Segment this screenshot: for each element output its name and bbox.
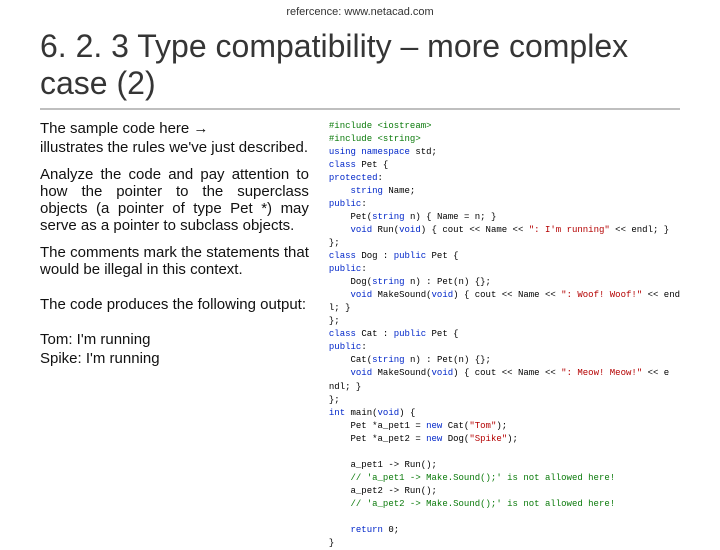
para-5: The code produces the following output:	[40, 296, 309, 313]
body: The sample code here → illustrates the r…	[40, 120, 680, 550]
output-line-1: Tom: I'm running	[40, 331, 309, 348]
para-4: The comments mark the statements that wo…	[40, 244, 309, 278]
para-2: illustrates the rules we've just describ…	[40, 139, 309, 156]
para-1: The sample code here →	[40, 120, 309, 137]
output-line-2: Spike: I'm running	[40, 350, 309, 367]
body-text: The sample code here → illustrates the r…	[40, 120, 309, 550]
slide: refercence: www.netacad.com 6. 2. 3 Type…	[0, 0, 720, 540]
reference-text: refercence: www.netacad.com	[40, 0, 680, 18]
code-block: #include <iostream> #include <string> us…	[329, 120, 680, 550]
title-divider: 6. 2. 3 Type compatibility – more comple…	[40, 18, 680, 110]
slide-title: 6. 2. 3 Type compatibility – more comple…	[40, 28, 680, 102]
para-3: Analyze the code and pay attention to ho…	[40, 166, 309, 234]
